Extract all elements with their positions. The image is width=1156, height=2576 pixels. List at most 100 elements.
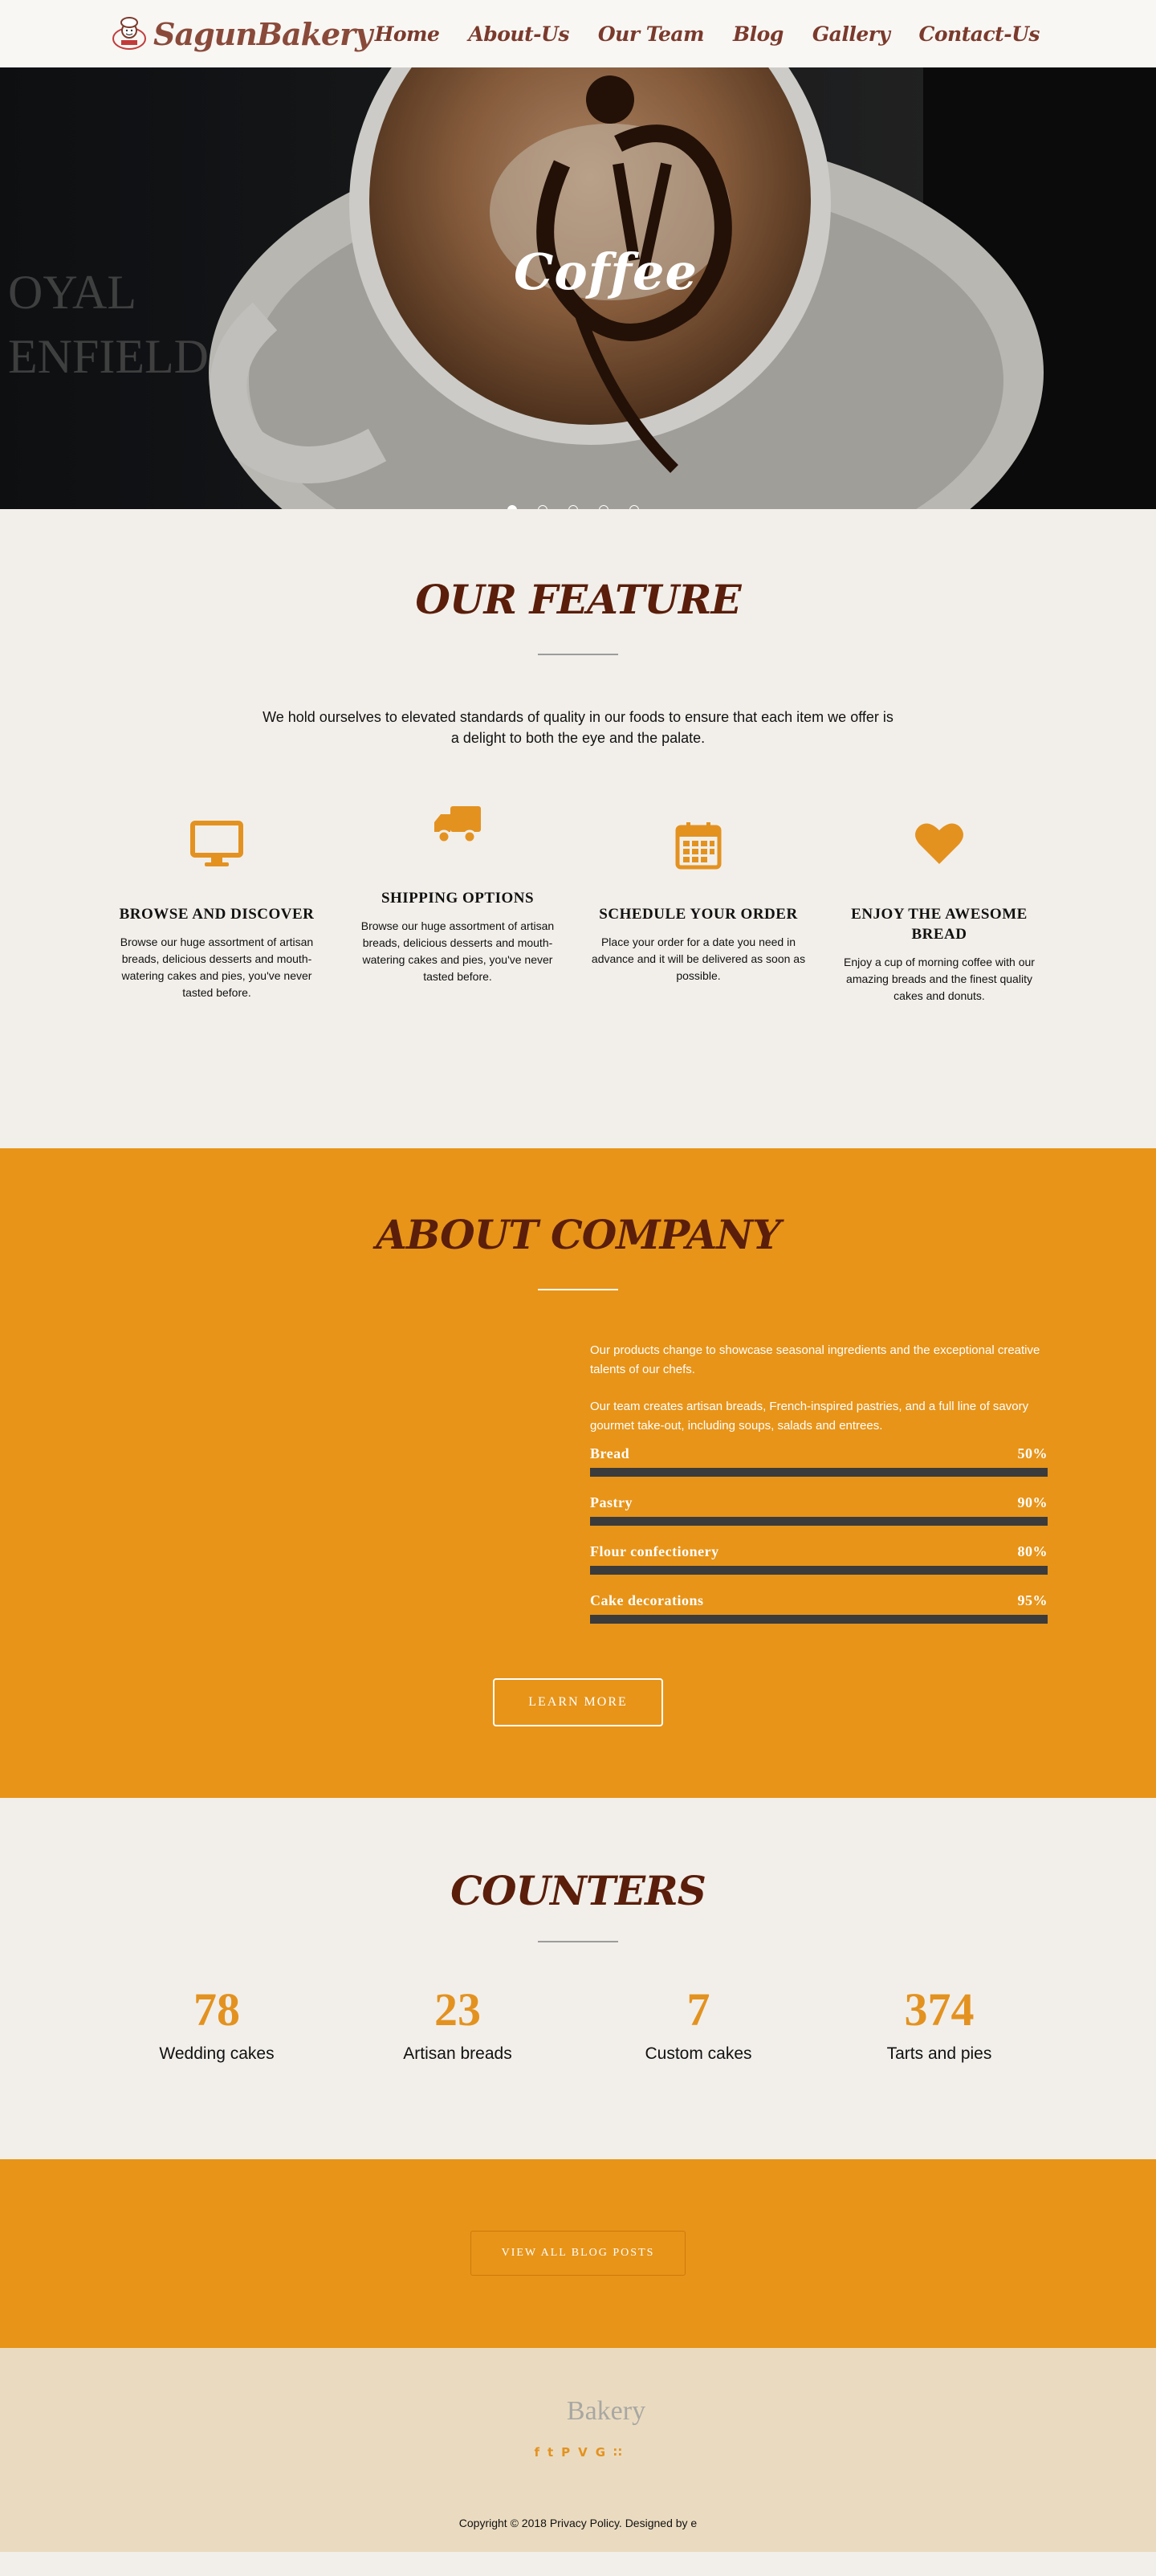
- feature-grid: BROWSE AND DISCOVER Browse our huge asso…: [0, 806, 1156, 1062]
- feature-card-title: BROWSE AND DISCOVER: [119, 906, 315, 923]
- chef-logo-icon: [110, 14, 149, 53]
- skill-percent: 95%: [1017, 1592, 1048, 1608]
- skill-percent: 80%: [1017, 1543, 1048, 1559]
- feature-divider: [538, 654, 618, 655]
- counter-item: 7 Custom cakes: [602, 1983, 795, 2064]
- blog-section: VIEW ALL BLOG POSTS: [0, 2159, 1156, 2348]
- feature-card-text: Browse our huge assortment of artisan br…: [360, 919, 555, 983]
- footer-brand: Bakery: [566, 2396, 646, 2426]
- counter-label: Artisan breads: [403, 2044, 512, 2063]
- skill-fill: [590, 1566, 956, 1575]
- slider-dot-3[interactable]: [568, 505, 578, 509]
- skill-label: Cake decorations: [590, 1592, 704, 1608]
- counter-value: 7: [686, 1983, 710, 2036]
- feature-card-title: SCHEDULE YOUR ORDER: [599, 906, 798, 923]
- counters-title: COUNTERS: [450, 1867, 706, 1914]
- slider-dot-2[interactable]: [538, 505, 547, 509]
- feature-card-title: ENJOY THE AWESOME BREAD: [851, 906, 1028, 943]
- slider-dots: [507, 505, 639, 509]
- counter-item: 23 Artisan breads: [361, 1983, 554, 2064]
- brand-logo[interactable]: SagunBakery: [110, 14, 372, 53]
- skill-track: [590, 1615, 1048, 1624]
- about-paragraph-1: Our products change to showcase seasonal…: [590, 1343, 1040, 1376]
- pinterest-icon[interactable]: P: [561, 2445, 570, 2460]
- feature-card-title: SHIPPING OPTIONS: [381, 890, 535, 907]
- facebook-icon[interactable]: f: [534, 2445, 539, 2460]
- feature-card-text: Place your order for a date you need in …: [591, 935, 806, 982]
- hero-title: Coffee: [514, 243, 698, 301]
- about-title: ABOUT COMPANY: [376, 1211, 781, 1258]
- about-section: ABOUT COMPANY Our products change to sho…: [0, 1148, 1156, 1798]
- slider-dot-4[interactable]: [599, 505, 609, 509]
- counter-value: 78: [193, 1983, 240, 2036]
- skill-label: Pastry: [590, 1494, 633, 1510]
- feature-card-schedule: SCHEDULE YOUR ORDER Place your order for…: [590, 821, 807, 984]
- skill-header: Flour confectionery 80%: [590, 1543, 1048, 1560]
- counter-label: Wedding cakes: [159, 2044, 275, 2063]
- monitor-icon: [108, 821, 325, 869]
- skills-list: Bread 50% Pastry 90% Flour confectionery 80% C…: [590, 1445, 1048, 1624]
- skill-bar: Bread 50%: [590, 1445, 1048, 1477]
- calendar-icon: [590, 821, 807, 870]
- nav-about-us[interactable]: About-Us: [468, 22, 569, 46]
- brand-name: SagunBakery: [153, 15, 372, 52]
- skill-label: Flour confectionery: [590, 1543, 719, 1559]
- copyright-text: Copyright © 2018 Privacy Policy. Designe…: [458, 2517, 698, 2529]
- skill-track: [590, 1468, 1048, 1477]
- truck-icon: [349, 805, 566, 853]
- nav-home[interactable]: Home: [375, 22, 440, 46]
- counters-row: 78 Wedding cakes 23 Artisan breads 7 Cus…: [0, 1983, 1156, 2103]
- google-icon[interactable]: G: [596, 2445, 605, 2460]
- learn-more-button[interactable]: LEARN MORE: [493, 1678, 663, 1726]
- skill-bar: Flour confectionery 80%: [590, 1543, 1048, 1575]
- skill-bar: Pastry 90%: [590, 1494, 1048, 1526]
- feature-section: OUR FEATURE We hold ourselves to elevate…: [0, 509, 1156, 1148]
- counter-label: Custom cakes: [645, 2044, 752, 2063]
- nav-contact-us[interactable]: Contact-Us: [918, 22, 1040, 46]
- skill-header: Cake decorations 95%: [590, 1592, 1048, 1609]
- skill-fill: [590, 1468, 819, 1477]
- skill-fill: [590, 1615, 1025, 1624]
- counters-divider: [538, 1941, 618, 1942]
- about-content: Our products change to showcase seasonal…: [590, 1341, 1048, 1641]
- slider-dot-1[interactable]: [507, 505, 517, 509]
- hero-slider: OYAL ENFIELD Coffee: [0, 67, 1156, 509]
- feature-title: OUR FEATURE: [415, 576, 741, 623]
- nav-blog[interactable]: Blog: [733, 22, 784, 46]
- about-paragraph-2: Our team creates artisan breads, French-…: [590, 1400, 1029, 1433]
- skill-fill: [590, 1517, 1002, 1526]
- counters-section: COUNTERS 78 Wedding cakes 23 Artisan bre…: [0, 1798, 1156, 2159]
- twitter-icon[interactable]: t: [547, 2445, 553, 2460]
- counter-value: 374: [904, 1983, 975, 2036]
- skill-header: Bread 50%: [590, 1445, 1048, 1462]
- feature-card-text: Enjoy a cup of morning coffee with our a…: [844, 956, 1035, 1002]
- main-menu: Home About-Us Our Team Blog Gallery Cont…: [375, 22, 1040, 46]
- heart-icon: [831, 821, 1048, 869]
- nav-our-team[interactable]: Our Team: [598, 22, 705, 46]
- slider-dot-5[interactable]: [629, 505, 639, 509]
- skill-label: Bread: [590, 1445, 630, 1461]
- counter-item: 374 Tarts and pies: [843, 1983, 1036, 2064]
- top-navbar: SagunBakery Home About-Us Our Team Blog …: [0, 0, 1156, 67]
- page-bottom-strip: [0, 2552, 1156, 2576]
- skill-track: [590, 1517, 1048, 1526]
- counter-item: 78 Wedding cakes: [120, 1983, 313, 2064]
- footer: Bakery f t P V G ∷ Copyright © 2018 Priv…: [0, 2348, 1156, 2552]
- feature-card-bread: ENJOY THE AWESOME BREAD Enjoy a cup of m…: [831, 821, 1048, 1005]
- skill-bar: Cake decorations 95%: [590, 1592, 1048, 1624]
- feature-card-text: Browse our huge assortment of artisan br…: [120, 935, 314, 999]
- skill-percent: 90%: [1017, 1494, 1048, 1510]
- counter-value: 23: [434, 1983, 481, 2036]
- counter-label: Tarts and pies: [886, 2044, 992, 2063]
- feature-card-browse: BROWSE AND DISCOVER Browse our huge asso…: [108, 821, 325, 1001]
- skill-header: Pastry 90%: [590, 1494, 1048, 1511]
- rss-icon[interactable]: ∷: [613, 2445, 621, 2460]
- about-divider: [538, 1289, 618, 1290]
- vimeo-icon[interactable]: V: [578, 2445, 588, 2460]
- nav-gallery[interactable]: Gallery: [812, 22, 890, 46]
- view-all-blog-posts-button[interactable]: VIEW ALL BLOG POSTS: [470, 2231, 686, 2276]
- skill-percent: 50%: [1017, 1445, 1048, 1461]
- feature-description: We hold ourselves to elevated standards …: [263, 709, 893, 746]
- social-links: f t P V G ∷: [0, 2445, 1156, 2460]
- feature-card-shipping: SHIPPING OPTIONS Browse our huge assortm…: [349, 805, 566, 985]
